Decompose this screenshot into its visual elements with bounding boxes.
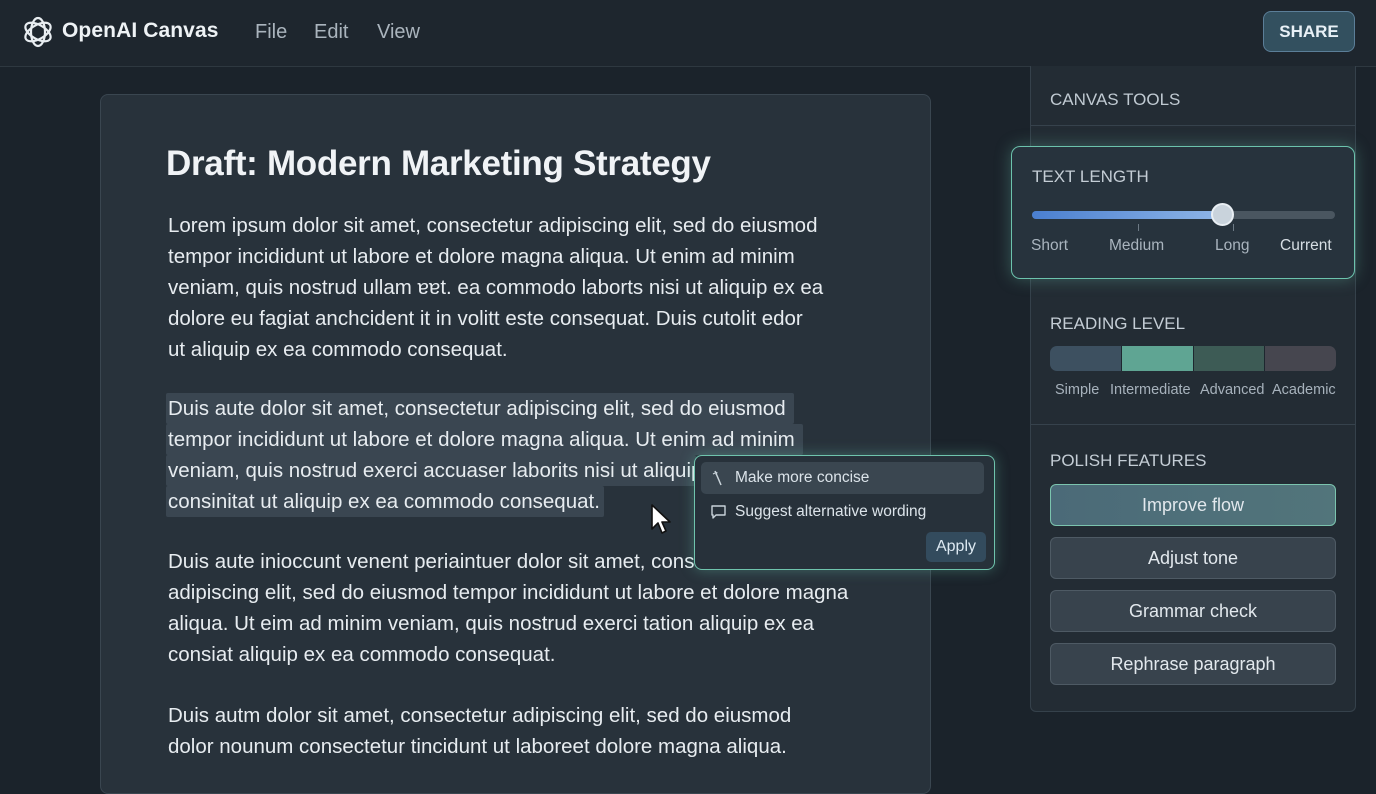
menu-edit[interactable]: Edit (314, 21, 348, 44)
text-line: consiat aliquip ex ea commodo consequat. (168, 643, 556, 666)
text-line: dolor nounum consectetur tincidunt ut la… (168, 735, 787, 758)
level-academic[interactable] (1264, 346, 1336, 371)
rephrase-paragraph-button[interactable]: Rephrase paragraph (1050, 643, 1336, 685)
level-label-simple: Simple (1055, 382, 1100, 398)
option-label: Make more concise (735, 469, 870, 486)
polish-features-label: POLISH FEATURES (1050, 451, 1207, 470)
app-title: OpenAI Canvas (62, 19, 219, 42)
text-line: Duis aute dolor sit amet, consectetur ad… (168, 397, 786, 420)
option-label: Suggest alternative wording (735, 503, 927, 520)
share-button[interactable]: SHARE (1263, 11, 1355, 52)
text-line: dolore eu fagiat anchcident it in volitt… (168, 307, 803, 330)
length-stop-short[interactable]: Short (1031, 237, 1068, 255)
level-advanced[interactable] (1192, 346, 1265, 371)
text-line: ut aliquip ex ea commodo consequat. (168, 338, 508, 361)
text-length-label: TEXT LENGTH (1032, 167, 1149, 186)
top-bar: OpenAI Canvas File Edit View SHARE (0, 0, 1376, 67)
menu-file[interactable]: File (255, 21, 287, 44)
reading-level-selector (1050, 346, 1336, 371)
suggestion-popup: Make more concise Suggest alternative wo… (694, 455, 995, 570)
comment-icon (709, 503, 727, 521)
panel-heading: CANVAS TOOLS (1050, 90, 1181, 109)
text-line: tempor incididunt ut labore et dolore ma… (168, 428, 795, 451)
level-intermediate[interactable] (1120, 346, 1193, 371)
improve-flow-button[interactable]: Improve flow (1050, 484, 1336, 526)
text-line: Duis autm dolor sit amet, consectetur ad… (168, 704, 792, 727)
level-label-intermediate: Intermediate (1110, 382, 1191, 398)
text-line: Lorem ipsum dolor sit amet, consectetur … (168, 214, 818, 237)
length-stop-medium[interactable]: Medium (1109, 237, 1164, 255)
document-title[interactable]: Draft: Modern Marketing Strategy (166, 144, 711, 184)
reading-level-label: READING LEVEL (1050, 314, 1186, 333)
wand-icon (709, 469, 727, 487)
length-stop-long[interactable]: Long (1215, 237, 1249, 255)
openai-logo-icon (24, 16, 52, 48)
mouse-pointer-icon (651, 504, 671, 534)
slider-tick (1138, 224, 1139, 231)
slider-fill (1032, 211, 1223, 219)
paragraph-1[interactable]: Lorem ipsum dolor sit amet, consectetur … (168, 210, 823, 365)
grammar-check-button[interactable]: Grammar check (1050, 590, 1336, 632)
adjust-tone-button[interactable]: Adjust tone (1050, 537, 1336, 579)
level-label-advanced: Advanced (1200, 382, 1265, 398)
level-simple[interactable] (1050, 346, 1121, 371)
text-line: tempor incididunt ut labore et dolore ma… (168, 245, 795, 268)
suggest-wording-option[interactable]: Suggest alternative wording (701, 496, 984, 528)
text-length-slider[interactable] (1032, 211, 1335, 219)
text-line: adipiscing elit, sed do eiusmod tempor i… (168, 581, 849, 604)
text-line: veniam, quis nostrud ullam ɐɐt. ea commo… (168, 276, 824, 299)
text-line: aliqua. Ut eim ad minim veniam, quis nos… (168, 612, 815, 635)
paragraph-4[interactable]: Duis autm dolor sit amet, consectetur ad… (168, 700, 791, 762)
divider (1031, 125, 1355, 126)
level-label-academic: Academic (1272, 382, 1336, 398)
menu-view[interactable]: View (377, 21, 420, 44)
divider (1031, 424, 1355, 425)
slider-tick (1233, 224, 1234, 231)
apply-button[interactable]: Apply (926, 532, 986, 562)
make-concise-option[interactable]: Make more concise (701, 462, 984, 494)
length-stop-current[interactable]: Current (1280, 237, 1332, 255)
